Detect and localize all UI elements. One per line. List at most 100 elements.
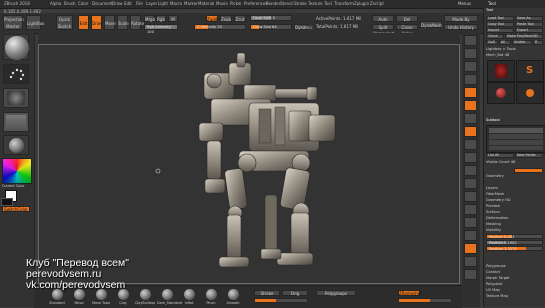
position-x-slider[interactable]: Position 0.491 (486, 234, 543, 239)
visible-button[interactable]: Visible (512, 40, 532, 45)
preview-section[interactable]: Preview (486, 204, 500, 209)
tool-thumbnail-spix[interactable]: S (516, 60, 544, 82)
lsym-icon[interactable] (464, 152, 477, 163)
bottom-slider[interactable] (254, 298, 308, 303)
subtool-item[interactable] (489, 146, 543, 150)
polygroups-section[interactable]: Polygroups (486, 264, 506, 269)
zcut-button[interactable]: Zcut (234, 15, 246, 22)
tool-thumbnail-sphere[interactable] (487, 82, 515, 104)
move-view-icon[interactable] (464, 191, 477, 202)
save-as-button[interactable]: Save As (515, 16, 543, 21)
r-button[interactable]: R (533, 40, 543, 45)
xyz-icon[interactable] (464, 165, 477, 176)
m-button[interactable]: M (168, 15, 178, 22)
menu-draw[interactable]: Draw (112, 1, 122, 6)
zsub-button[interactable]: Zsub (220, 15, 232, 22)
solo-icon[interactable] (464, 256, 477, 267)
menu-light[interactable]: Light (158, 1, 168, 6)
polypaint-section[interactable]: Polypaint (486, 282, 503, 287)
subtool-item[interactable] (489, 140, 543, 145)
rotate-mode-button[interactable]: Rotate (130, 15, 144, 30)
subtool-item[interactable] (489, 128, 543, 133)
menu-material[interactable]: Material (198, 1, 214, 6)
spix-icon[interactable] (464, 48, 477, 59)
draw-size-slider[interactable]: Draw Size 64 (250, 24, 292, 30)
menu-zplugin[interactable]: Zplugin (354, 1, 369, 6)
layers-section[interactable]: Layers (486, 186, 498, 191)
brush-dam-standard-icon[interactable] (162, 289, 173, 300)
subtool-item[interactable] (489, 134, 543, 139)
xpose-icon[interactable] (464, 269, 477, 280)
zremesher-button[interactable]: ZRemesher (398, 290, 422, 296)
load-tool-button[interactable]: Load Tool (486, 16, 514, 21)
menu-alpha[interactable]: Alpha (50, 1, 61, 6)
lightbox-button[interactable]: LightBox (26, 15, 44, 30)
subtool-orange-slider[interactable] (514, 168, 543, 173)
transp-icon[interactable] (464, 243, 477, 254)
menu-layer[interactable]: Layer (146, 1, 157, 6)
alpha-thumbnail[interactable] (3, 88, 29, 108)
brush-inflat-icon[interactable] (184, 289, 195, 300)
menu-brush[interactable]: Brush (64, 1, 76, 6)
focal-shift-slider[interactable]: Focal Shift 0 (250, 15, 292, 21)
zremesher-slider[interactable] (398, 298, 452, 303)
texture-map-section[interactable]: Texture Map (486, 294, 508, 299)
brush-pinch-icon[interactable] (206, 289, 217, 300)
menu-transform[interactable]: Transform (334, 1, 354, 6)
move-mode-button[interactable]: Move (104, 15, 116, 30)
clone-button[interactable]: Clone (486, 34, 504, 39)
auto-groups-button[interactable]: Auto Groups (372, 15, 394, 29)
list-all-button[interactable]: List All (486, 153, 514, 158)
tool-thumbnail-mech[interactable] (487, 60, 515, 82)
projection-master-button[interactable]: Projection Master (3, 15, 24, 30)
dynamic-button[interactable]: Dynamic (294, 24, 313, 30)
floor-icon[interactable] (464, 126, 477, 137)
rgb-intensity-slider[interactable]: Rgb Intensity 100 (144, 24, 178, 34)
material-thumbnail[interactable] (3, 135, 29, 155)
z-intensity-slider[interactable]: Z Intensity 25 (194, 24, 246, 30)
visibility-section[interactable]: Visibility (486, 228, 501, 233)
menu-edit[interactable]: Edit (124, 1, 132, 6)
stroke-button[interactable]: Stroke (254, 290, 280, 296)
menu-picker[interactable]: Picker (230, 1, 242, 6)
brush-smooth-icon[interactable] (228, 289, 239, 300)
polyf-icon[interactable] (464, 230, 477, 241)
goz-button[interactable]: GoZ (486, 40, 498, 45)
paste-tool-button[interactable]: Paste Tool (515, 22, 543, 27)
deformation-section[interactable]: Deformation (486, 216, 508, 221)
scale-mode-button[interactable]: Scale (117, 15, 129, 30)
actual-icon[interactable] (464, 87, 477, 98)
secondary-color-swatch[interactable] (1, 198, 13, 206)
draw-mode-button[interactable]: Draw (91, 15, 102, 30)
brush-thumbnail[interactable] (3, 34, 29, 60)
dynamic-persp-icon[interactable] (464, 113, 477, 124)
menu-tool[interactable]: Tool (324, 1, 332, 6)
tool-thumbnail-polymesh[interactable] (516, 82, 544, 104)
scroll-icon[interactable] (464, 61, 477, 72)
position-y-slider[interactable]: Position 0.1902 (486, 240, 543, 245)
color-picker[interactable] (2, 158, 32, 184)
zadd-button[interactable]: Zadd (206, 15, 218, 22)
geometry-hd-section[interactable]: Geometry HD (486, 198, 511, 203)
export-button[interactable]: Export (515, 28, 543, 33)
document-canvas[interactable] (38, 44, 460, 284)
menu-document[interactable]: Document (92, 1, 113, 6)
edit-mode-button[interactable]: Edit (78, 15, 89, 30)
import-button[interactable]: Import (486, 28, 514, 33)
scale-view-icon[interactable] (464, 204, 477, 215)
lightbox-tools-label[interactable]: Lightbox > Tools (486, 47, 516, 52)
menus-toggle[interactable]: Menus (458, 1, 471, 6)
subtool-section[interactable]: Subtool (486, 118, 500, 123)
texture-thumbnail[interactable] (3, 112, 29, 132)
aahalf-icon[interactable] (464, 100, 477, 111)
polygroups-button[interactable]: Polygroups (316, 290, 356, 296)
all-button[interactable]: All (499, 40, 511, 45)
dynamesh-button[interactable]: DynaMesh (420, 21, 442, 28)
brush-claybuildup-icon[interactable] (140, 289, 151, 300)
menu-stencil[interactable]: Stencil (280, 1, 294, 6)
orig-button[interactable]: Orig (282, 290, 308, 296)
morph-target-section[interactable]: Morph Target (486, 276, 510, 281)
del-hidden-button[interactable]: Del Hidden (396, 15, 418, 29)
bpr-icon[interactable] (464, 35, 477, 46)
geometry-section[interactable]: Geometry (486, 174, 504, 179)
